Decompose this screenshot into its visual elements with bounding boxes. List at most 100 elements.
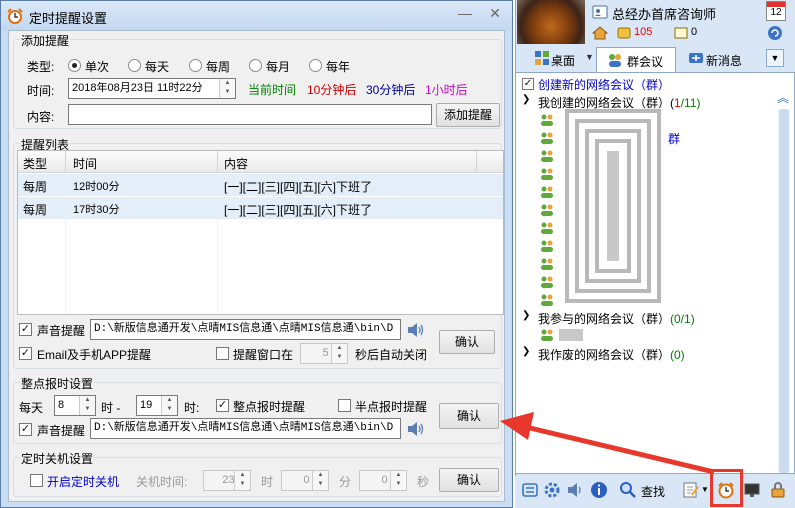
reminder-dialog: 定时提醒设置 — ✕ 添加提醒 类型: 单次 每天 每周 每月 每年 时间: 2… bbox=[0, 0, 513, 508]
tree-scrollbar[interactable] bbox=[778, 109, 790, 473]
popup-autoclose-checkbox[interactable] bbox=[216, 347, 229, 360]
speaker-icon[interactable] bbox=[406, 421, 424, 437]
hourly-chime-label[interactable]: 整点报时提醒 bbox=[233, 398, 305, 415]
expand-icon[interactable]: ❯ bbox=[522, 94, 530, 105]
group-member-icon bbox=[541, 114, 553, 126]
hourly-sound-checkbox[interactable]: ✓ bbox=[19, 423, 32, 436]
type-once-label[interactable]: 单次 bbox=[85, 58, 109, 75]
shutdown-second-spin-icon[interactable]: ▲ ▼ bbox=[390, 471, 406, 490]
lock-icon[interactable] bbox=[769, 481, 787, 499]
monitor-icon[interactable] bbox=[743, 481, 761, 499]
search-icon[interactable] bbox=[619, 481, 637, 499]
type-weekly-radio[interactable] bbox=[189, 59, 202, 72]
end-hour-spin-icon[interactable]: ▲ ▼ bbox=[161, 396, 177, 415]
sound-file-path[interactable]: D:\新版信息通开发\点晴MIS信息通\点晴MIS信息通\bin\D bbox=[90, 319, 401, 340]
gear-icon[interactable] bbox=[543, 481, 561, 499]
refresh-icon[interactable] bbox=[767, 25, 783, 41]
hourly-sound-file-path[interactable]: D:\新版信息通开发\点晴MIS信息通\点晴MIS信息通\bin\D bbox=[90, 418, 401, 439]
type-monthly-label[interactable]: 每月 bbox=[266, 58, 290, 75]
reminder-content-input[interactable] bbox=[68, 104, 432, 125]
shutdown-hour-stepper[interactable]: 23 ▲ ▼ bbox=[203, 470, 251, 491]
home-icon[interactable] bbox=[592, 25, 608, 41]
hourly-sound-label[interactable]: 声音提醒 bbox=[37, 422, 85, 439]
tab-menu-chevron-icon[interactable]: ▼ bbox=[766, 49, 784, 67]
menu-icon[interactable] bbox=[521, 481, 539, 499]
type-monthly-radio[interactable] bbox=[249, 59, 262, 72]
notepad-chevron-icon[interactable]: ▼ bbox=[701, 485, 709, 494]
reminder-table: 类型 时间 内容 每周 12时00分 [一][二][三][四][五][六]下班了… bbox=[17, 150, 504, 315]
email-app-checkbox[interactable]: ✓ bbox=[19, 347, 32, 360]
tab-new-messages[interactable]: 新消息 bbox=[706, 52, 742, 69]
collapse-up-icon[interactable]: ︽ bbox=[774, 89, 792, 105]
user-name[interactable]: 总经办首席咨询师 bbox=[612, 4, 716, 23]
column-header-type[interactable]: 类型 bbox=[23, 155, 47, 172]
message-icon[interactable] bbox=[673, 25, 689, 41]
avatar[interactable] bbox=[517, 0, 585, 44]
reminder-datetime-picker[interactable]: 2018年08月23日 11时22分 ▲ ▼ bbox=[68, 78, 236, 99]
dialog-titlebar[interactable]: 定时提醒设置 — ✕ bbox=[1, 1, 512, 31]
half-hour-chime-checkbox[interactable] bbox=[338, 399, 351, 412]
coin-icon[interactable] bbox=[616, 25, 632, 41]
quick-now-link[interactable]: 当前时间 bbox=[248, 81, 296, 98]
type-weekly-label[interactable]: 每周 bbox=[206, 58, 230, 75]
calendar-icon[interactable]: 12 bbox=[766, 1, 786, 21]
seconds-spin-icon[interactable]: ▲ ▼ bbox=[331, 344, 347, 363]
group-member-icon bbox=[541, 222, 553, 234]
table-row[interactable]: 每周 17时30分 [一][二][三][四][五][六]下班了 bbox=[18, 197, 503, 219]
create-meeting-link[interactable]: 创建新的网络会议（群） bbox=[538, 76, 670, 93]
shutdown-enable-label[interactable]: 开启定时关机 bbox=[47, 473, 119, 490]
column-header-content[interactable]: 内容 bbox=[224, 155, 248, 172]
expand-icon[interactable]: ❯ bbox=[522, 310, 530, 321]
create-meeting-icon: ✓ bbox=[522, 78, 534, 90]
start-hour-stepper[interactable]: 8 ▲ ▼ bbox=[54, 395, 96, 416]
hourly-chime-checkbox[interactable]: ✓ bbox=[216, 399, 229, 412]
end-hour-stepper[interactable]: 19 ▲ ▼ bbox=[136, 395, 178, 416]
meeting-name-fragment[interactable]: 群 bbox=[668, 130, 680, 147]
close-button[interactable]: ✕ bbox=[483, 4, 507, 22]
minimize-button[interactable]: — bbox=[453, 4, 477, 22]
email-app-label[interactable]: Email及手机APP提醒 bbox=[37, 346, 151, 363]
table-row[interactable]: 每周 12时00分 [一][二][三][四][五][六]下班了 bbox=[18, 174, 503, 196]
expand-icon[interactable]: ❯ bbox=[522, 346, 530, 357]
quick-30min-link[interactable]: 30分钟后 bbox=[366, 81, 415, 98]
quick-10min-link[interactable]: 10分钟后 bbox=[307, 81, 356, 98]
type-daily-radio[interactable] bbox=[128, 59, 141, 72]
tab-group-meeting-label: 群会议 bbox=[627, 55, 664, 69]
type-once-radio[interactable] bbox=[68, 59, 81, 72]
type-yearly-label[interactable]: 每年 bbox=[326, 58, 350, 75]
notepad-icon[interactable] bbox=[682, 481, 700, 499]
type-yearly-radio[interactable] bbox=[309, 59, 322, 72]
dialog-title: 定时提醒设置 bbox=[29, 11, 108, 26]
alarm-clock-icon[interactable] bbox=[717, 481, 735, 499]
add-reminder-button[interactable]: 添加提醒 bbox=[436, 103, 500, 127]
list-confirm-button[interactable]: 确认 bbox=[439, 330, 495, 354]
sound-reminder-checkbox[interactable]: ✓ bbox=[19, 323, 32, 336]
quick-1hour-link[interactable]: 1小时后 bbox=[425, 81, 468, 98]
group-member-icon bbox=[541, 329, 553, 341]
joined-meetings-node[interactable]: 我参与的网络会议（群）(0/1) bbox=[538, 310, 695, 327]
shutdown-hour-spin-icon[interactable]: ▲ ▼ bbox=[234, 471, 250, 490]
shutdown-enable-checkbox[interactable] bbox=[30, 474, 43, 487]
dissolved-meetings-node[interactable]: 我作废的网络会议（群）(0) bbox=[538, 346, 685, 363]
type-daily-label[interactable]: 每天 bbox=[145, 58, 169, 75]
shutdown-minute-stepper[interactable]: 0 ▲ ▼ bbox=[281, 470, 329, 491]
datetime-spin-icon[interactable]: ▲ ▼ bbox=[219, 79, 235, 98]
group-member-icon bbox=[541, 240, 553, 252]
hour-suffix-label: 时: bbox=[184, 401, 200, 415]
chevron-down-icon[interactable]: ▼ bbox=[585, 52, 594, 62]
shutdown-minute-spin-icon[interactable]: ▲ ▼ bbox=[312, 471, 328, 490]
popup-autoclose-label[interactable]: 提醒窗口在 bbox=[233, 346, 293, 363]
info-icon[interactable] bbox=[590, 481, 608, 499]
speaker-icon[interactable] bbox=[566, 481, 584, 499]
speaker-icon[interactable] bbox=[406, 322, 424, 338]
column-header-time[interactable]: 时间 bbox=[73, 155, 97, 172]
shutdown-second-stepper[interactable]: 0 ▲ ▼ bbox=[359, 470, 407, 491]
scrollbar-thumb[interactable] bbox=[779, 109, 789, 473]
tab-desktop[interactable]: 桌面 bbox=[551, 52, 575, 69]
tab-group-meeting[interactable]: 群会议 bbox=[596, 47, 676, 72]
start-hour-spin-icon[interactable]: ▲ ▼ bbox=[79, 396, 95, 415]
search-label[interactable]: 查找 bbox=[641, 483, 665, 500]
half-hour-chime-label[interactable]: 半点报时提醒 bbox=[355, 398, 427, 415]
popup-seconds-stepper[interactable]: 5 ▲ ▼ bbox=[300, 343, 348, 364]
sound-reminder-label[interactable]: 声音提醒 bbox=[37, 322, 85, 339]
